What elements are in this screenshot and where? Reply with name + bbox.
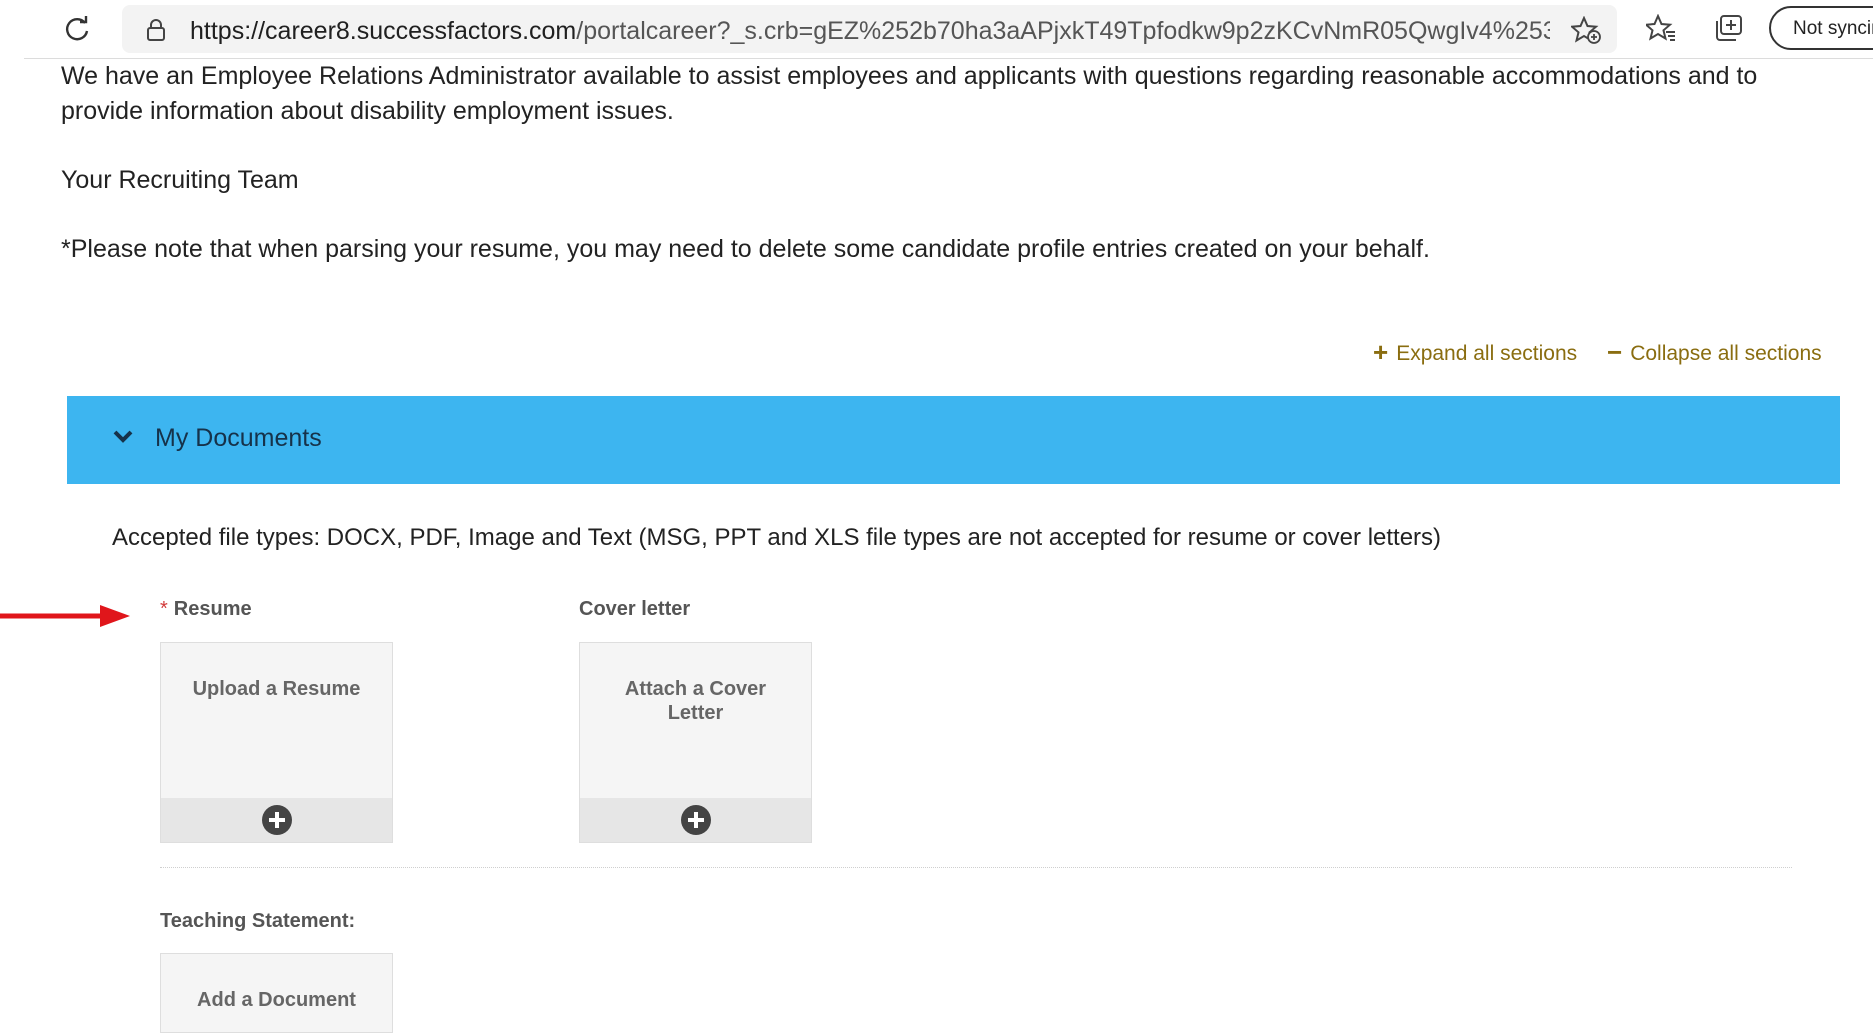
reload-icon[interactable] xyxy=(62,14,92,44)
accepted-file-types-text: Accepted file types: DOCX, PDF, Image an… xyxy=(112,524,1442,551)
annotation-arrow xyxy=(0,604,132,633)
teaching-statement-label: Teaching Statement: xyxy=(160,910,356,932)
cover-letter-label: Cover letter xyxy=(579,598,691,620)
expand-all-label: Expand all sections xyxy=(1396,342,1578,365)
add-teaching-document-tile[interactable]: Add a Document xyxy=(160,953,393,1033)
favorites-icon[interactable] xyxy=(1643,13,1676,47)
sync-status-button[interactable]: Not syncing xyxy=(1769,6,1873,50)
section-title: My Documents xyxy=(155,424,322,452)
add-favorite-icon[interactable] xyxy=(1569,15,1601,49)
expand-all-sections-link[interactable]: + Expand all sections xyxy=(1373,337,1577,368)
url-path: /portalcareer?_s.crb=gEZ%252b70ha3aAPjxk… xyxy=(576,17,1550,45)
add-circle-icon[interactable] xyxy=(261,804,293,836)
add-document-text: Add a Document xyxy=(197,989,356,1011)
tile-footer xyxy=(580,798,811,842)
address-bar[interactable]: https://career8.successfactors.com/porta… xyxy=(122,5,1617,53)
browser-toolbar: https://career8.successfactors.com/porta… xyxy=(24,0,1873,59)
upload-resume-tile[interactable]: Upload a Resume xyxy=(160,642,393,843)
lock-icon[interactable] xyxy=(146,19,166,46)
tile-footer xyxy=(161,798,392,842)
resume-label: * Resume xyxy=(160,598,252,621)
attach-cover-letter-text: Attach a Cover Letter xyxy=(624,678,767,724)
url-text[interactable]: https://career8.successfactors.com/porta… xyxy=(190,17,1550,46)
minus-icon: − xyxy=(1607,337,1623,367)
plus-icon: + xyxy=(1373,337,1389,367)
url-host: https://career8.successfactors.com xyxy=(190,17,577,45)
collapse-all-label: Collapse all sections xyxy=(1630,342,1822,365)
resume-label-text: Resume xyxy=(173,598,252,620)
required-mark: * xyxy=(160,598,168,620)
add-circle-icon[interactable] xyxy=(680,804,712,836)
upload-resume-text: Upload a Resume xyxy=(192,678,361,700)
collapse-all-sections-link[interactable]: − Collapse all sections xyxy=(1607,337,1822,368)
recruiting-team-signoff: Your Recruiting Team xyxy=(61,166,299,194)
collections-icon[interactable] xyxy=(1714,14,1744,47)
resume-parsing-note: *Please note that when parsing your resu… xyxy=(61,235,1430,263)
attach-cover-letter-tile[interactable]: Attach a Cover Letter xyxy=(579,642,812,843)
chevron-down-icon xyxy=(113,430,133,449)
accommodation-paragraph: We have an Employee Relations Administra… xyxy=(61,62,1758,125)
my-documents-section-header[interactable]: My Documents xyxy=(67,396,1840,484)
section-divider xyxy=(160,867,1792,868)
